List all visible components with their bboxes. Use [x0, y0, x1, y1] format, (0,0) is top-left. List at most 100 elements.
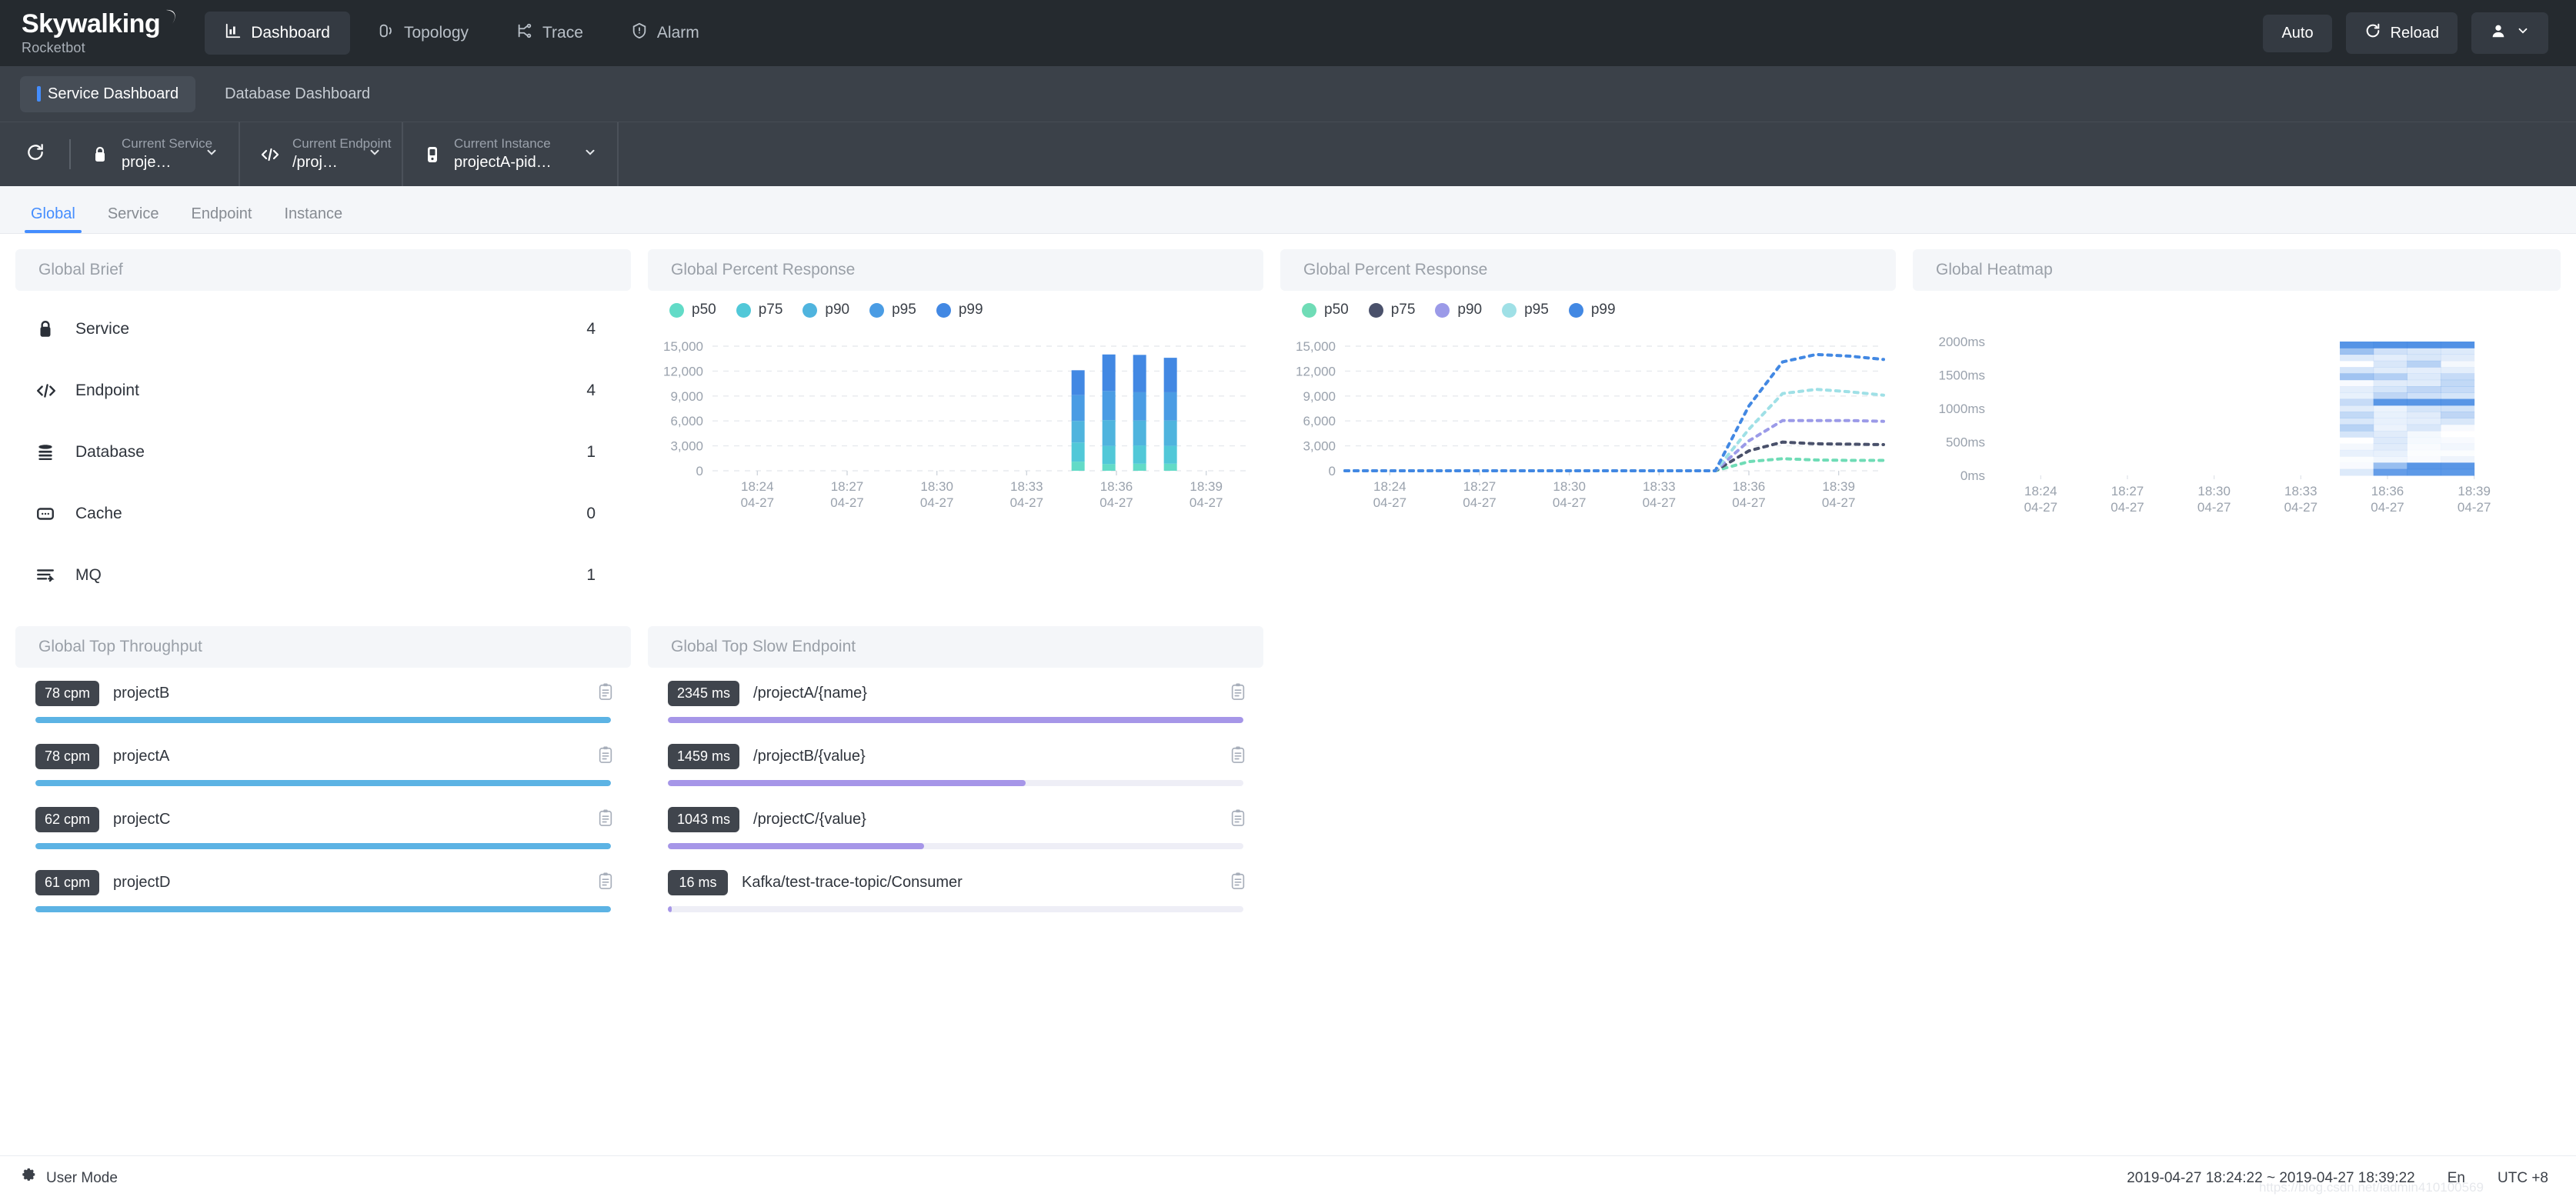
heatmap-cell[interactable]: [2373, 398, 2407, 406]
current-service-selector[interactable]: Current Service projectA: [71, 122, 240, 186]
heatmap-cell[interactable]: [2441, 392, 2475, 400]
bar-segment[interactable]: [1133, 463, 1146, 471]
heatmap-cell[interactable]: [2340, 412, 2374, 418]
tab-instance[interactable]: Instance: [272, 205, 355, 233]
chevron-down-icon[interactable]: [352, 145, 382, 163]
bar-segment[interactable]: [1071, 421, 1085, 443]
heatmap-cell[interactable]: [2340, 437, 2374, 444]
tab-global[interactable]: Global: [18, 205, 88, 233]
heatmap-cell[interactable]: [2407, 342, 2441, 348]
slow-endpoint-item[interactable]: 16 ms Kafka/test-trace-topic/Consumer: [648, 865, 1263, 912]
chevron-down-icon[interactable]: [568, 145, 597, 163]
heatmap-cell[interactable]: [2441, 360, 2475, 368]
heatmap-cell[interactable]: [2340, 398, 2374, 406]
bar-segment[interactable]: [1102, 391, 1116, 421]
line-series[interactable]: [1343, 352, 1885, 472]
user-menu-button[interactable]: [2471, 12, 2548, 54]
heatmap-cell[interactable]: [2340, 418, 2374, 425]
heatmap-cell[interactable]: [2340, 431, 2374, 438]
heatmap-cell[interactable]: [2441, 398, 2475, 406]
heatmap-cell[interactable]: [2407, 456, 2441, 463]
slow-endpoint-item[interactable]: 1043 ms/projectC/{value}: [648, 802, 1263, 849]
tab-endpoint[interactable]: Endpoint: [179, 205, 265, 233]
heatmap-cell[interactable]: [2441, 424, 2475, 432]
percent-response-bar-legend-item[interactable]: p95: [869, 302, 916, 318]
heatmap-cell[interactable]: [2373, 462, 2407, 470]
reload-button[interactable]: Reload: [2345, 12, 2458, 54]
bar-segment[interactable]: [1163, 358, 1177, 392]
heatmap-cell[interactable]: [2407, 392, 2441, 400]
heatmap-cell[interactable]: [2441, 373, 2475, 381]
heatmap-cell[interactable]: [2340, 373, 2374, 381]
heatmap-cell[interactable]: [2340, 462, 2374, 470]
percent-response-bar-legend-item[interactable]: p99: [936, 302, 983, 318]
nav-item-topology[interactable]: Topology: [358, 12, 489, 55]
heatmap-cell[interactable]: [2373, 468, 2407, 476]
heatmap-cell[interactable]: [2407, 437, 2441, 445]
heatmap-cell[interactable]: [2407, 373, 2441, 381]
heatmap-cell[interactable]: [2407, 405, 2441, 412]
heatmap-cell[interactable]: [2373, 431, 2407, 438]
bar-segment[interactable]: [1102, 354, 1116, 392]
heatmap-cell[interactable]: [2441, 342, 2475, 348]
timezone-label[interactable]: UTC +8: [2498, 1170, 2548, 1187]
clipboard-icon[interactable]: [597, 872, 614, 894]
percent-response-bar-legend-item[interactable]: p90: [802, 302, 849, 318]
heatmap-cell[interactable]: [2340, 468, 2374, 476]
percent-response-line-legend-item[interactable]: p90: [1435, 302, 1482, 318]
percent-response-line-legend-item[interactable]: p50: [1302, 302, 1349, 318]
heatmap-cell[interactable]: [2373, 443, 2407, 451]
clipboard-icon[interactable]: [597, 682, 614, 705]
throughput-item[interactable]: 78 cpm projectB: [15, 675, 631, 723]
heatmap-cell[interactable]: [2407, 462, 2441, 470]
heatmap-cell[interactable]: [2340, 456, 2374, 463]
line-series[interactable]: [1343, 388, 1885, 472]
slow-endpoint-item[interactable]: 2345 ms/projectA/{name}: [648, 675, 1263, 723]
heatmap-cell[interactable]: [2407, 444, 2441, 451]
clipboard-icon[interactable]: [597, 745, 614, 768]
heatmap-cell[interactable]: [2407, 468, 2441, 476]
percent-response-line-legend-item[interactable]: p75: [1368, 302, 1415, 318]
heatmap-cell[interactable]: [2407, 398, 2441, 406]
heatmap-cell[interactable]: [2407, 450, 2441, 457]
brief-row-mq[interactable]: MQ 1: [15, 545, 631, 606]
heatmap-cell[interactable]: [2340, 449, 2374, 457]
heatmap-cell[interactable]: [2340, 386, 2374, 393]
dashboard-tab-service[interactable]: Service Dashboard: [20, 75, 196, 112]
heatmap-cell[interactable]: [2441, 386, 2475, 393]
percent-response-bar-legend-item[interactable]: p50: [669, 302, 716, 318]
heatmap-cell[interactable]: [2373, 392, 2407, 400]
heatmap-cell[interactable]: [2441, 367, 2475, 374]
heatmap-cell[interactable]: [2373, 412, 2407, 418]
percent-response-line-chart[interactable]: 0 3,000 6,000 9,000 12,000 15,000 18:24 04-27 18…: [1280, 337, 1896, 514]
heatmap-cell[interactable]: [2373, 360, 2407, 368]
heatmap-cell[interactable]: [2340, 379, 2374, 387]
percent-response-line-legend-item[interactable]: p95: [1502, 302, 1549, 318]
user-mode-button[interactable]: User Mode: [20, 1168, 118, 1189]
slow-endpoint-item[interactable]: 1459 ms/projectB/{value}: [648, 738, 1263, 786]
bar-segment[interactable]: [1163, 420, 1177, 446]
throughput-item[interactable]: 78 cpm projectA: [15, 738, 631, 786]
percent-response-bar-legend-item[interactable]: p75: [736, 302, 782, 318]
heatmap-cell[interactable]: [2373, 373, 2407, 381]
time-range-label[interactable]: 2019-04-27 18:24:22 ~ 2019-04-27 18:39:2…: [2127, 1170, 2415, 1187]
heatmap-cell[interactable]: [2441, 443, 2475, 451]
language-selector[interactable]: En: [2448, 1170, 2465, 1187]
heatmap-cell[interactable]: [2373, 424, 2407, 432]
brief-row-database[interactable]: Database 1: [15, 422, 631, 483]
heatmap-cell[interactable]: [2407, 348, 2441, 355]
heatmap-cell[interactable]: [2407, 431, 2441, 438]
heatmap-cell[interactable]: [2373, 456, 2407, 463]
heatmap-cell[interactable]: [2441, 450, 2474, 457]
heatmap-cell[interactable]: [2407, 424, 2441, 432]
bar-segment[interactable]: [1133, 355, 1146, 392]
bar-segment[interactable]: [1071, 462, 1085, 471]
chevron-down-icon[interactable]: [189, 145, 219, 163]
heatmap-cell[interactable]: [2441, 418, 2475, 425]
dashboard-tab-database[interactable]: Database Dashboard: [208, 76, 387, 112]
clipboard-icon[interactable]: [1230, 745, 1246, 768]
heatmap-cell[interactable]: [2340, 354, 2374, 362]
nav-item-dashboard[interactable]: Dashboard: [205, 12, 350, 55]
bar-segment[interactable]: [1102, 464, 1116, 471]
line-series[interactable]: [1343, 457, 1885, 472]
